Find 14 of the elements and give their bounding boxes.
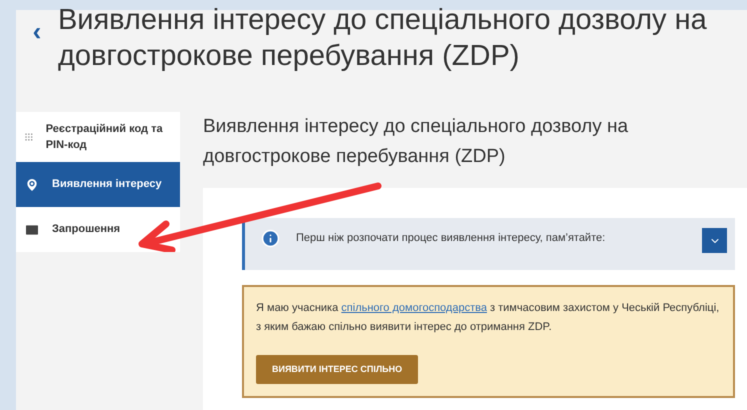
grid-icon <box>24 131 34 143</box>
section-heading: Виявлення інтересу до спеціального дозволу на довгострокове перебування (ZDP) <box>203 115 630 169</box>
joint-interest-button[interactable]: ВИЯВИТИ ІНТЕРЕС СПІЛЬНО <box>256 355 418 384</box>
sidebar-item[interactable]: Запрошення <box>16 207 180 252</box>
sidebar-item[interactable]: Реєстраційний код та PIN-код <box>16 112 180 162</box>
sidebar-item[interactable]: Виявлення інтересу <box>16 162 180 207</box>
joint-text: Я маю учасника спільного домогосподарства з тимчасовим захистом у Чеській Республіці, з яким бажаю спільно виявити інтерес до отримання ZDP. <box>256 301 720 335</box>
page-title: Виявлення інтересу до спеціального дозволу на довгострокове перебування (ZDP) <box>58 3 708 74</box>
household-link[interactable]: спільного домогосподарства <box>341 302 487 314</box>
info-icon <box>261 229 280 248</box>
back-button[interactable]: ‹ <box>16 2 58 51</box>
notice-text: Перш ніж розпочати процес виявлення інтересу, пам’ятайте: <box>296 231 606 246</box>
map-pin-icon <box>24 176 40 192</box>
expand-button[interactable] <box>702 228 727 253</box>
